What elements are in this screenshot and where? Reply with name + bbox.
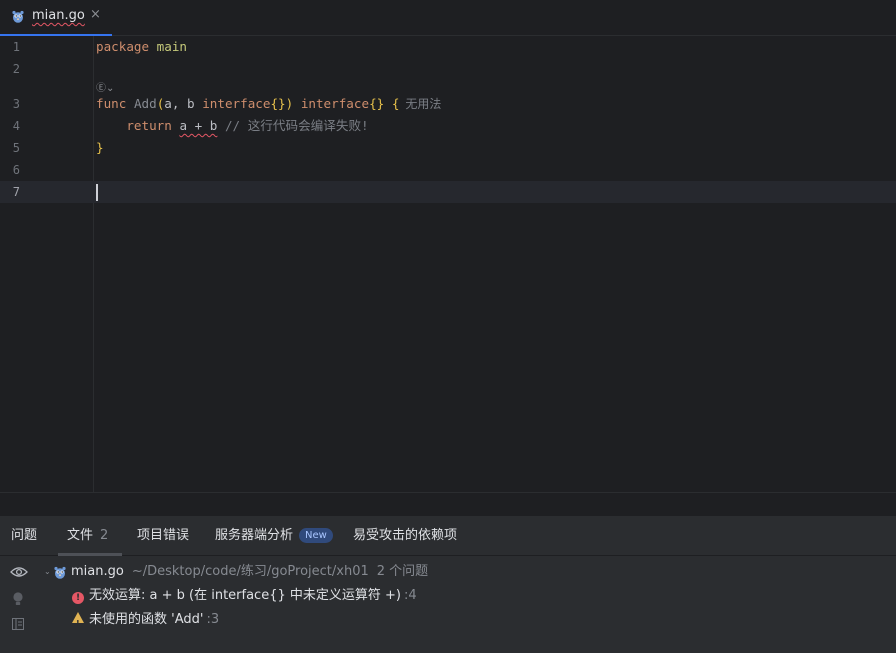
code-text: package main bbox=[96, 36, 187, 58]
problems-panel: 问题 文件 2 项目错误 服务器端分析 New 易受攻击的依赖项 ⌄ mian.… bbox=[0, 516, 896, 653]
code-line-2[interactable]: 2 bbox=[0, 58, 896, 80]
keyword: interface bbox=[300, 96, 370, 111]
code-text: } bbox=[96, 137, 104, 159]
tab-vulnerable-deps[interactable]: 易受攻击的依赖项 bbox=[353, 516, 457, 556]
line-number: 4 bbox=[12, 119, 20, 133]
line-number: 7 bbox=[12, 185, 20, 199]
params: a, b bbox=[164, 96, 203, 111]
usage-inlay-hint[interactable]: 无用法 bbox=[405, 97, 441, 111]
problems-tab-bar: 问题 文件 2 项目错误 服务器端分析 New 易受攻击的依赖项 bbox=[0, 516, 896, 556]
error-expression[interactable]: a + b bbox=[179, 118, 217, 133]
active-tab-indicator bbox=[58, 553, 122, 556]
code-line-3[interactable]: 3 func Add(a, b interface{}) interface{}… bbox=[0, 93, 896, 115]
comment: // 这行代码会编译失败! bbox=[224, 118, 369, 133]
tab-label: mian.go bbox=[32, 8, 85, 23]
keyword: package bbox=[96, 39, 150, 54]
preview-icon[interactable] bbox=[12, 618, 24, 634]
panel-splitter[interactable] bbox=[0, 492, 896, 516]
brace: {} bbox=[270, 96, 286, 111]
close-icon[interactable]: × bbox=[90, 7, 101, 22]
package-name: main bbox=[156, 39, 188, 54]
new-badge: New bbox=[299, 528, 333, 543]
code-line-4[interactable]: 4 return a + b // 这行代码会编译失败! bbox=[0, 115, 896, 137]
line-number: 5 bbox=[12, 141, 20, 155]
line-number: 6 bbox=[12, 163, 20, 177]
function-name: Add bbox=[133, 96, 157, 111]
lightbulb-icon[interactable] bbox=[12, 591, 24, 611]
problem-count: 2 个问题 bbox=[376, 564, 429, 579]
editor-tab-bar: mian.go × bbox=[0, 0, 896, 37]
keyword: interface bbox=[202, 96, 271, 111]
keyword: return bbox=[126, 118, 172, 133]
tab-server-analysis[interactable]: 服务器端分析 New bbox=[215, 516, 333, 556]
problem-line-ref: :3 bbox=[206, 612, 220, 627]
code-line-1[interactable]: 1 package main bbox=[0, 36, 896, 58]
problem-file-row[interactable]: ⌄ mian.go ~/Desktop/code/练习/goProject/xh0… bbox=[0, 561, 896, 583]
brace: { bbox=[391, 96, 400, 111]
problem-row-warning[interactable]: 未使用的函数 'Add':3 bbox=[72, 609, 220, 635]
text-caret bbox=[96, 184, 98, 201]
tab-project-errors[interactable]: 项目错误 bbox=[137, 516, 189, 556]
go-file-icon bbox=[54, 565, 66, 579]
tab-file-label: 文件 bbox=[67, 528, 94, 543]
code-line-6[interactable]: 6 bbox=[0, 159, 896, 181]
tab-problems-title[interactable]: 问题 bbox=[11, 516, 37, 556]
tab-server-analysis-label: 服务器端分析 bbox=[215, 528, 294, 543]
go-file-icon bbox=[12, 8, 24, 23]
chevron-down-icon[interactable]: ⌄ bbox=[44, 561, 51, 583]
tab-mian-go[interactable]: mian.go × bbox=[0, 0, 112, 37]
tab-file-count: 2 bbox=[100, 528, 109, 543]
problem-line-ref: :4 bbox=[403, 588, 417, 603]
problem-message: 无效运算: a + b (在 interface{} 中未定义运算符 +) bbox=[89, 588, 401, 603]
line-number: 2 bbox=[12, 62, 20, 76]
code-text: return a + b // 这行代码会编译失败! bbox=[96, 115, 369, 137]
error-icon: ! bbox=[72, 592, 84, 604]
code-lens-icon[interactable]: Ⓔ⌄ bbox=[96, 79, 114, 94]
line-number: 1 bbox=[12, 40, 20, 54]
brace: } bbox=[96, 140, 104, 155]
code-line-5[interactable]: 5 } bbox=[0, 137, 896, 159]
warning-icon bbox=[72, 612, 84, 635]
problem-row-error[interactable]: ! 无效运算: a + b (在 interface{} 中未定义运算符 +):4 bbox=[72, 585, 417, 607]
code-text: func Add(a, b interface{}) interface{} {… bbox=[96, 93, 441, 115]
tab-file[interactable]: 文件 2 bbox=[67, 516, 108, 556]
problem-message: 未使用的函数 'Add' bbox=[89, 612, 204, 627]
keyword: func bbox=[96, 96, 127, 111]
problem-file-path: ~/Desktop/code/练习/goProject/xh01 bbox=[131, 564, 369, 579]
code-line-7[interactable]: 7 bbox=[0, 181, 896, 203]
paren: ) bbox=[285, 96, 294, 111]
brace: {} bbox=[369, 96, 385, 111]
code-editor[interactable]: 1 package main 2 Ⓔ⌄ 3 func Add(a, b inte… bbox=[0, 36, 896, 492]
line-number: 3 bbox=[12, 97, 20, 111]
problem-file-name: mian.go bbox=[71, 564, 124, 579]
